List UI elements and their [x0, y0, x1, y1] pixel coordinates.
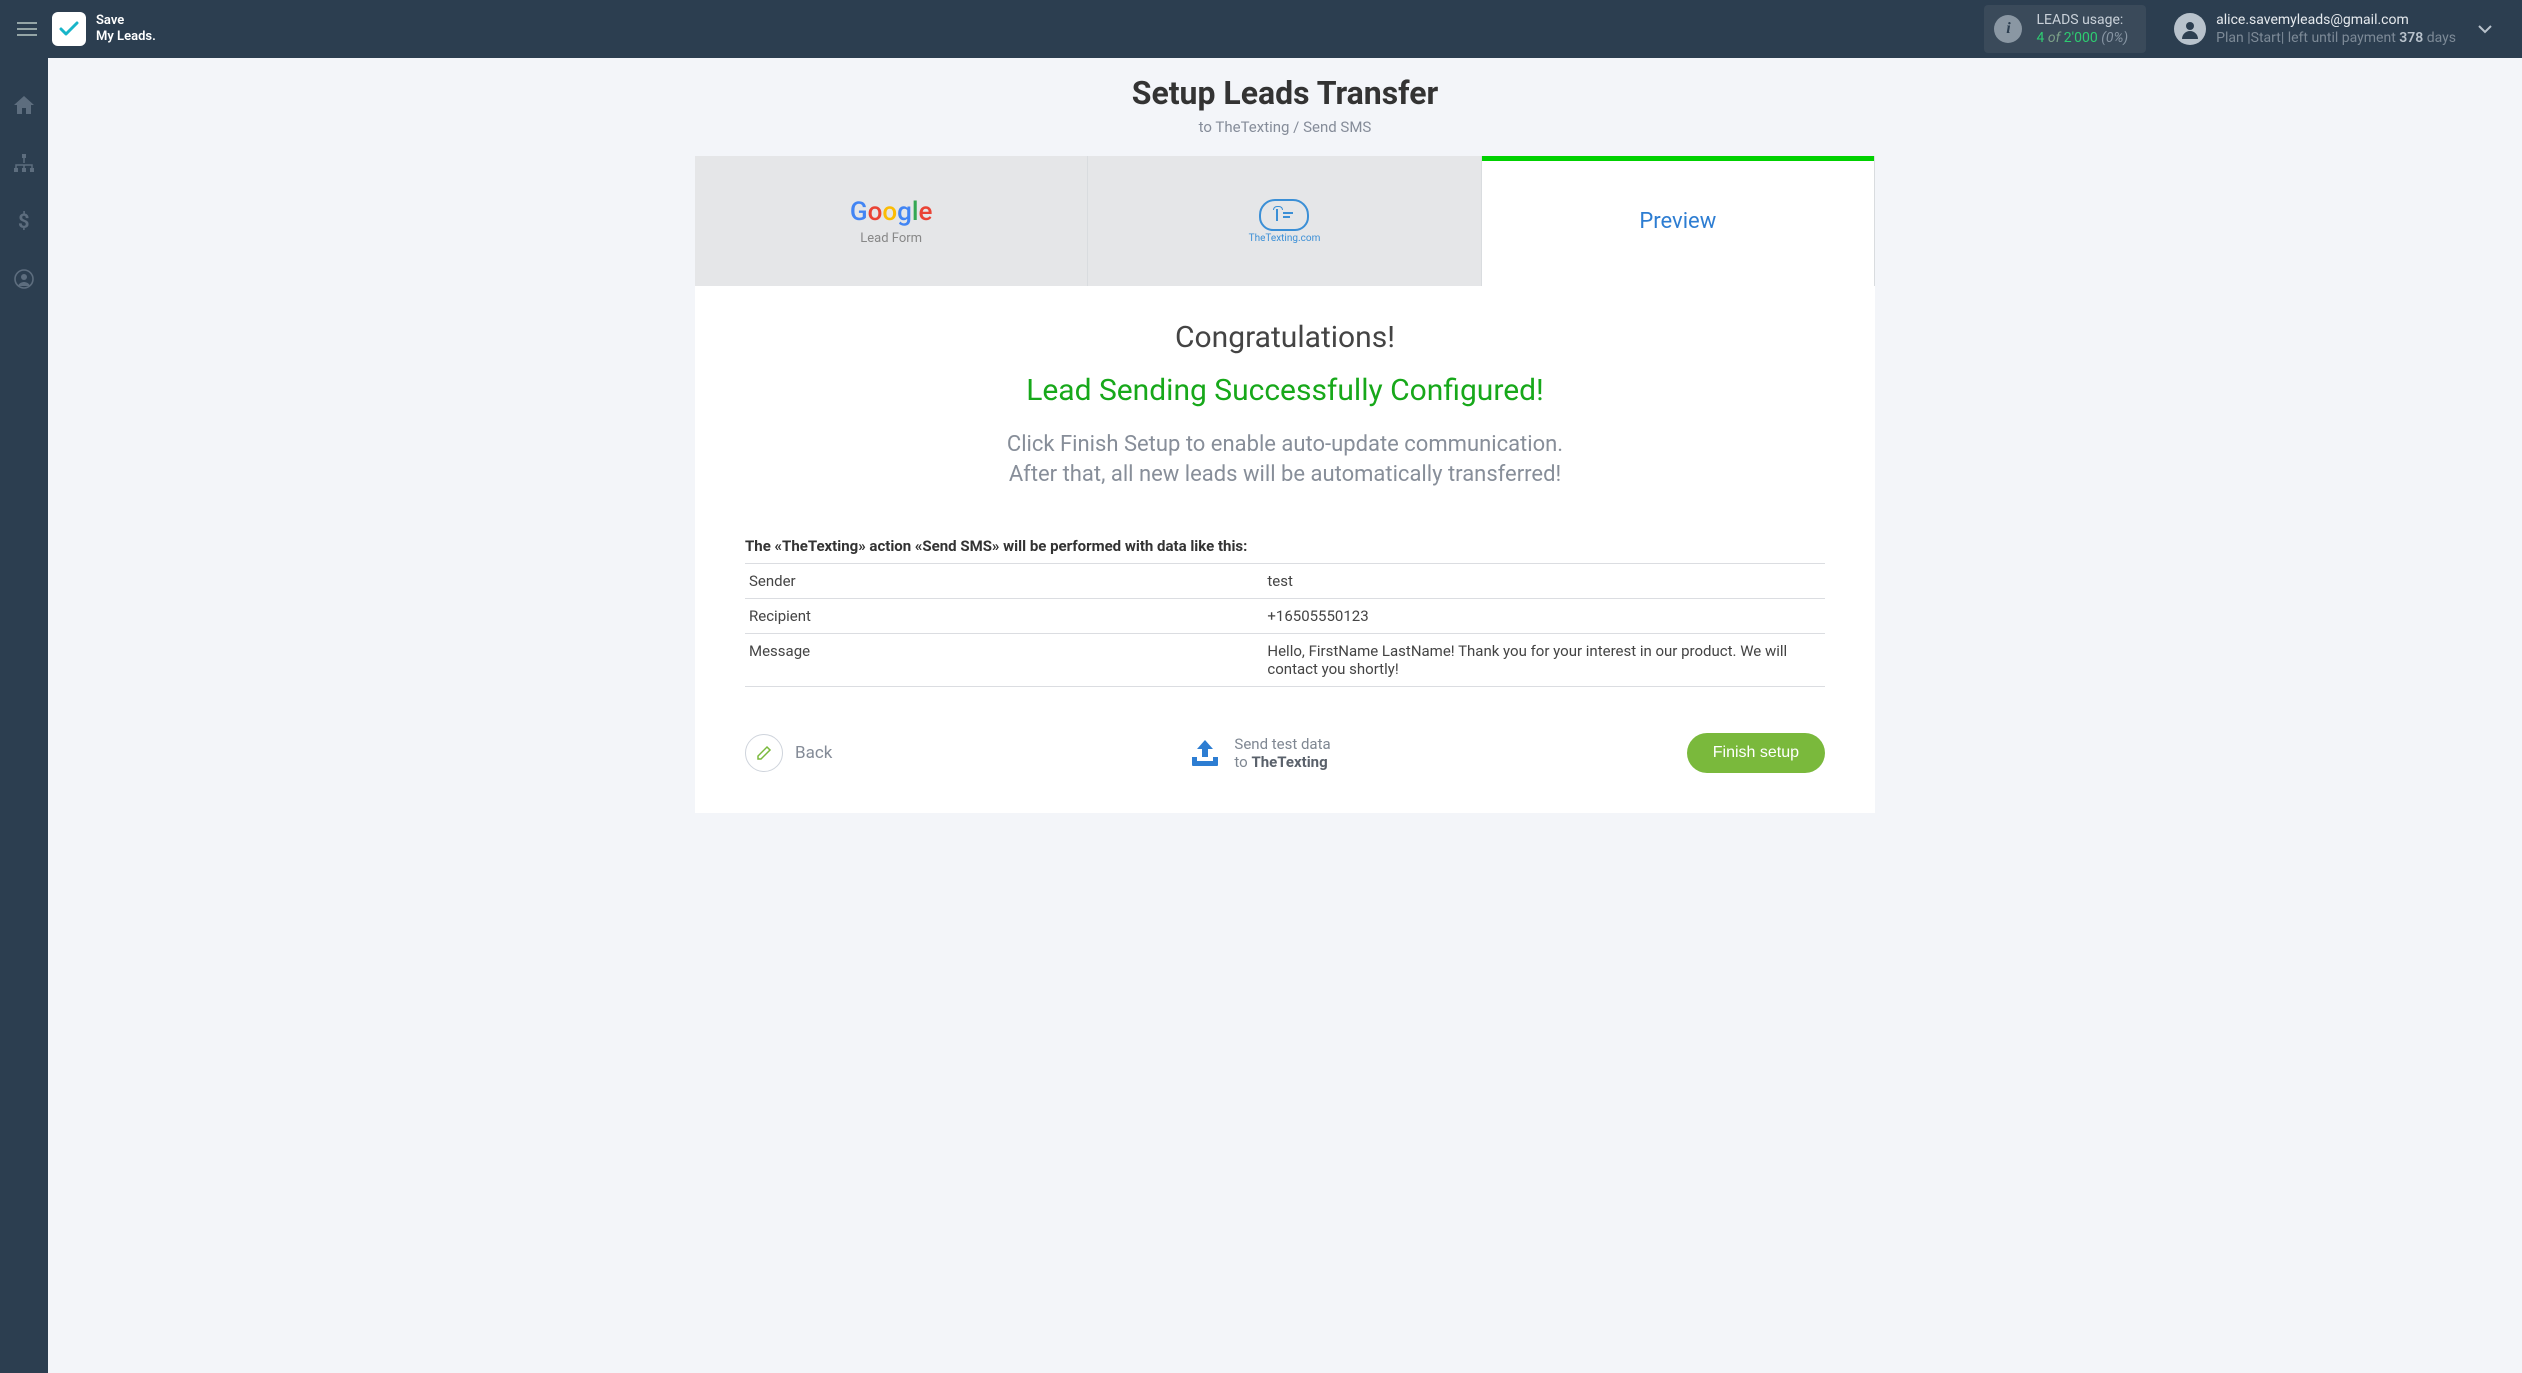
description-text: Click Finish Setup to enable auto-update… — [745, 430, 1825, 489]
google-logo-icon: Google — [850, 197, 933, 227]
brand-name: Save My Leads. — [96, 13, 156, 44]
tab-preview[interactable]: Preview — [1482, 156, 1875, 286]
finish-setup-button[interactable]: Finish setup — [1687, 733, 1825, 773]
back-button[interactable]: Back — [745, 734, 832, 772]
page-subtitle: to TheTexting / Send SMS — [48, 118, 2522, 136]
nav-account[interactable] — [0, 262, 48, 296]
header-left: Save My Leads. — [12, 12, 156, 46]
nav-billing[interactable]: $ — [0, 204, 48, 238]
table-row: Sender test — [745, 564, 1825, 599]
send-test-button[interactable]: Send test data to TheTexting — [1188, 735, 1330, 773]
row-value: test — [1263, 564, 1825, 599]
account-menu[interactable]: alice.savemyleads@gmail.com Plan |Start|… — [2174, 11, 2492, 47]
tab-destination[interactable]: TheTexting.com — [1088, 156, 1481, 286]
pencil-icon — [745, 734, 783, 772]
usage-text: LEADS usage: 4 of 2'000 (0%) — [2036, 11, 2128, 47]
svg-text:$: $ — [18, 211, 29, 231]
congrats-heading: Congratulations! — [745, 320, 1825, 355]
home-icon — [14, 96, 34, 114]
nav-connections[interactable] — [0, 146, 48, 180]
avatar-icon — [2174, 13, 2206, 45]
row-key: Message — [745, 634, 1263, 687]
send-test-label: Send test data to TheTexting — [1234, 735, 1330, 773]
chevron-down-icon — [2478, 25, 2492, 34]
nav-home[interactable] — [0, 88, 48, 122]
preview-table: Sender test Recipient +16505550123 Messa… — [745, 563, 1825, 687]
sitemap-icon — [14, 154, 34, 172]
table-row: Recipient +16505550123 — [745, 599, 1825, 634]
dollar-icon: $ — [18, 211, 30, 231]
row-value: Hello, FirstName LastName! Thank you for… — [1263, 634, 1825, 687]
tab-preview-label: Preview — [1639, 209, 1716, 234]
page-title: Setup Leads Transfer — [48, 74, 2522, 112]
wizard-card: Google Lead Form TheTexting.com Preview … — [695, 156, 1875, 813]
wizard-footer: Back Send test data to TheTexting Finish… — [745, 733, 1825, 773]
top-header: Save My Leads. i LEADS usage: 4 of 2'000… — [0, 0, 2522, 58]
sidebar: $ — [0, 58, 48, 1373]
preview-table-intro: The «TheTexting» action «Send SMS» will … — [745, 537, 1825, 555]
thetexting-logo-icon: TheTexting.com — [1249, 199, 1321, 244]
menu-toggle-button[interactable] — [12, 17, 42, 41]
account-info: alice.savemyleads@gmail.com Plan |Start|… — [2216, 11, 2456, 47]
table-row: Message Hello, FirstName LastName! Thank… — [745, 634, 1825, 687]
main-content: Setup Leads Transfer to TheTexting / Sen… — [48, 58, 2522, 1373]
tab-source-caption: Lead Form — [860, 231, 922, 246]
upload-icon — [1188, 738, 1222, 768]
success-heading: Lead Sending Successfully Configured! — [745, 373, 1825, 408]
row-key: Recipient — [745, 599, 1263, 634]
info-icon: i — [1994, 15, 2022, 43]
leads-usage-badge[interactable]: i LEADS usage: 4 of 2'000 (0%) — [1984, 5, 2146, 53]
wizard-body: Congratulations! Lead Sending Successful… — [695, 286, 1875, 813]
brand-logo-icon — [52, 12, 86, 46]
user-circle-icon — [14, 269, 34, 289]
row-value: +16505550123 — [1263, 599, 1825, 634]
header-right: i LEADS usage: 4 of 2'000 (0%) alice.sav… — [1984, 5, 2492, 53]
wizard-tabs: Google Lead Form TheTexting.com Preview — [695, 156, 1875, 286]
row-key: Sender — [745, 564, 1263, 599]
back-label: Back — [795, 743, 832, 763]
tab-source[interactable]: Google Lead Form — [695, 156, 1088, 286]
